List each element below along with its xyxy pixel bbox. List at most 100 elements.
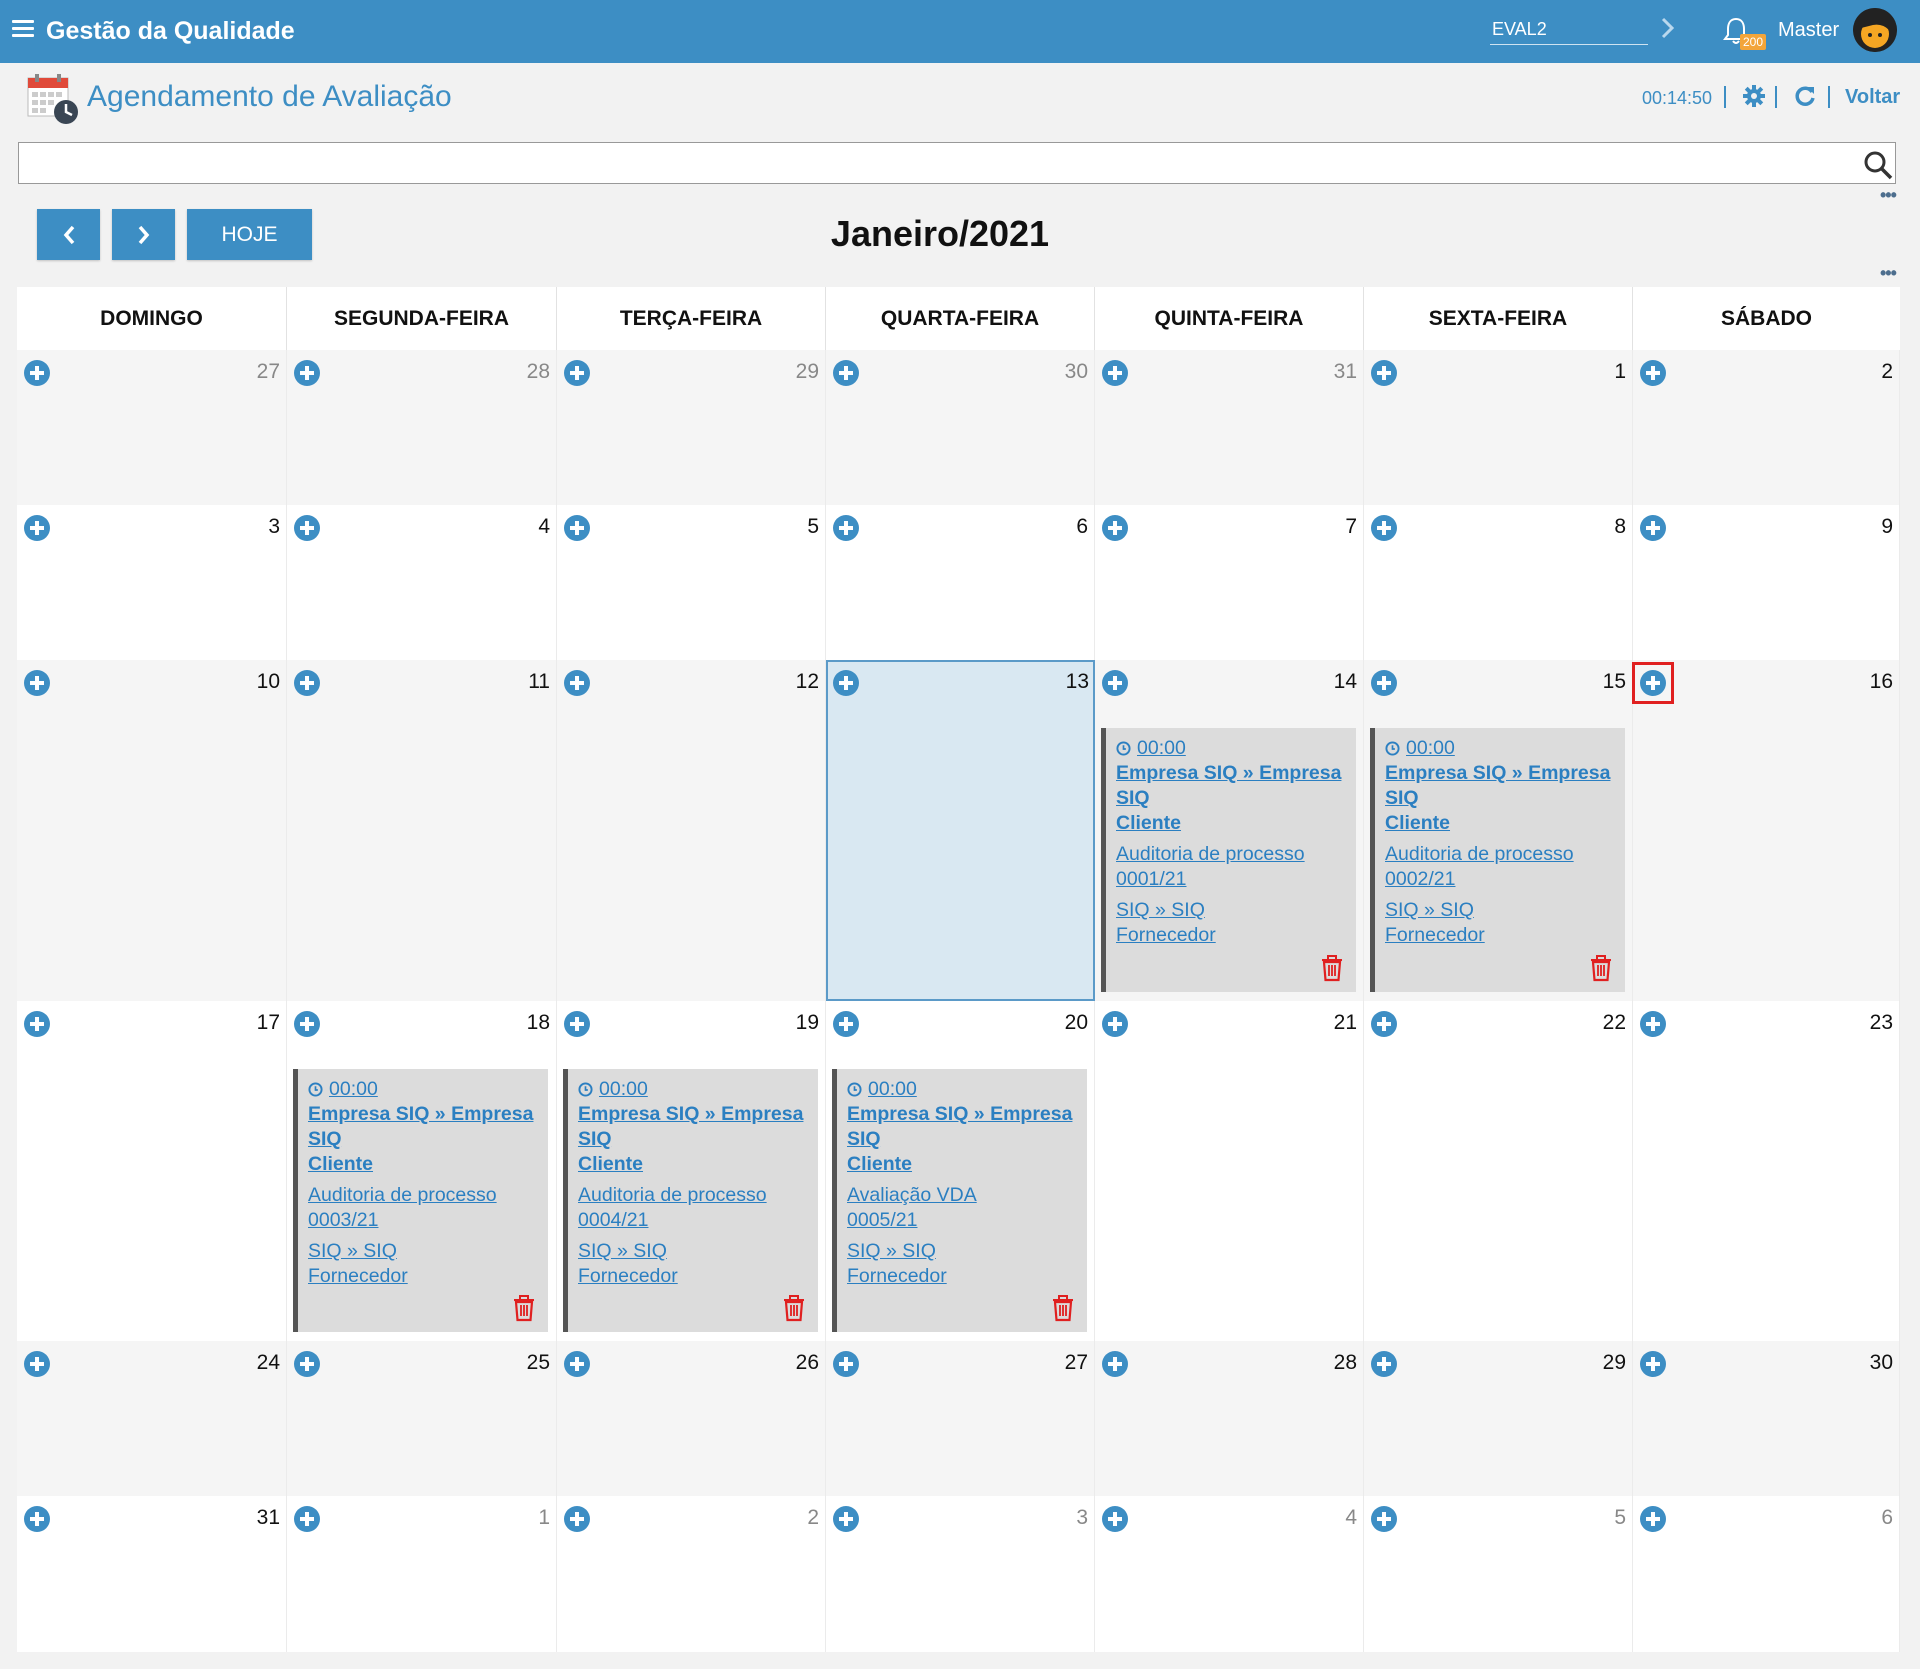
add-appointment-plus-icon[interactable] <box>1370 1505 1398 1533</box>
calendar-day-cell[interactable]: 10 <box>17 660 287 1001</box>
calendar-day-cell[interactable]: 20 00:00 Empresa SIQ » Empresa SIQ Cliente Av… <box>826 1001 1095 1341</box>
appointment-location-link[interactable]: SIQ » SIQ Fornecedor <box>1385 898 1615 948</box>
appointment-process-link[interactable]: Avaliação VDA 0005/21 <box>847 1183 1077 1233</box>
appointment-company-link[interactable]: Empresa SIQ » Empresa SIQ Cliente <box>1116 761 1346 836</box>
gear-icon[interactable] <box>1742 84 1766 108</box>
calendar-day-cell[interactable]: 5 <box>557 505 826 660</box>
calendar-day-cell[interactable]: 8 <box>1364 505 1633 660</box>
calendar-day-cell[interactable]: 6 <box>826 505 1095 660</box>
search-input[interactable] <box>18 142 1896 184</box>
add-appointment-plus-icon[interactable] <box>563 514 591 542</box>
appointment-company-link[interactable]: Empresa SIQ » Empresa SIQ Cliente <box>578 1102 808 1177</box>
add-appointment-plus-icon[interactable] <box>1370 1010 1398 1038</box>
appointment-location-link[interactable]: SIQ » SIQ Fornecedor <box>578 1239 808 1289</box>
environment-field[interactable] <box>1490 14 1648 45</box>
delete-trash-icon[interactable] <box>1320 954 1344 982</box>
more-options-icon[interactable]: ••• <box>1880 264 1897 282</box>
add-appointment-plus-icon[interactable] <box>293 1350 321 1378</box>
back-link[interactable]: Voltar <box>1845 86 1900 109</box>
add-appointment-plus-icon[interactable] <box>1639 1010 1667 1038</box>
more-options-icon[interactable]: ••• <box>1880 186 1897 204</box>
add-appointment-plus-icon[interactable] <box>1101 1350 1129 1378</box>
calendar-day-cell[interactable]: 4 <box>1095 1496 1364 1652</box>
calendar-day-cell[interactable]: 2 <box>1633 350 1900 505</box>
add-appointment-plus-icon[interactable] <box>1101 514 1129 542</box>
avatar[interactable] <box>1853 8 1897 52</box>
appointment-card[interactable]: 00:00 Empresa SIQ » Empresa SIQ Cliente Audi… <box>1101 728 1356 992</box>
add-appointment-plus-icon[interactable] <box>23 359 51 387</box>
appointment-company-link[interactable]: Empresa SIQ » Empresa SIQ Cliente <box>1385 761 1615 836</box>
calendar-day-cell[interactable]: 28 <box>1095 1341 1364 1496</box>
add-appointment-plus-icon[interactable] <box>293 1505 321 1533</box>
calendar-day-cell[interactable]: 13 <box>826 660 1095 1001</box>
calendar-day-cell[interactable]: 27 <box>826 1341 1095 1496</box>
add-appointment-plus-icon[interactable] <box>23 514 51 542</box>
calendar-day-cell[interactable]: 4 <box>287 505 557 660</box>
calendar-day-cell[interactable]: 24 <box>17 1341 287 1496</box>
calendar-day-cell[interactable]: 26 <box>557 1341 826 1496</box>
calendar-day-cell[interactable]: 21 <box>1095 1001 1364 1341</box>
calendar-day-cell[interactable]: 12 <box>557 660 826 1001</box>
calendar-day-cell[interactable]: 30 <box>1633 1341 1900 1496</box>
refresh-icon[interactable] <box>1793 84 1817 108</box>
calendar-day-cell[interactable]: 16 <box>1632 660 1900 1001</box>
calendar-day-cell[interactable]: 19 00:00 Empresa SIQ » Empresa SIQ Cliente Au… <box>557 1001 826 1341</box>
previous-month-button[interactable] <box>37 209 100 260</box>
calendar-day-cell[interactable]: 27 <box>17 350 287 505</box>
calendar-day-cell[interactable]: 15 00:00 Empresa SIQ » Empresa SIQ Cliente Au… <box>1364 660 1633 1001</box>
calendar-day-cell[interactable]: 1 <box>1364 350 1633 505</box>
calendar-day-cell[interactable]: 1 <box>287 1496 557 1652</box>
add-appointment-plus-icon[interactable] <box>23 669 51 697</box>
add-appointment-plus-icon[interactable] <box>293 1010 321 1038</box>
calendar-day-cell[interactable]: 31 <box>1095 350 1364 505</box>
add-appointment-plus-icon[interactable] <box>1639 514 1667 542</box>
add-appointment-plus-icon[interactable] <box>23 1350 51 1378</box>
calendar-day-cell[interactable]: 29 <box>557 350 826 505</box>
appointment-process-link[interactable]: Auditoria de processo 0001/21 <box>1116 842 1346 892</box>
appointment-location-link[interactable]: SIQ » SIQ Fornecedor <box>1116 898 1346 948</box>
add-appointment-plus-icon[interactable] <box>1370 359 1398 387</box>
add-appointment-plus-icon[interactable] <box>1632 662 1674 704</box>
add-appointment-plus-icon[interactable] <box>1639 1505 1667 1533</box>
add-appointment-plus-icon[interactable] <box>1101 669 1129 697</box>
appointment-time-link[interactable]: 00:00 <box>1406 736 1455 761</box>
search-icon[interactable] <box>1862 149 1894 181</box>
add-appointment-plus-icon[interactable] <box>832 1505 860 1533</box>
appointment-company-link[interactable]: Empresa SIQ » Empresa SIQ Cliente <box>847 1102 1077 1177</box>
add-appointment-plus-icon[interactable] <box>563 1010 591 1038</box>
add-appointment-plus-icon[interactable] <box>1101 1010 1129 1038</box>
appointment-process-link[interactable]: Auditoria de processo 0003/21 <box>308 1183 538 1233</box>
add-appointment-plus-icon[interactable] <box>1639 359 1667 387</box>
user-name[interactable]: Master <box>1778 19 1839 42</box>
appointment-card[interactable]: 00:00 Empresa SIQ » Empresa SIQ Cliente Audi… <box>1370 728 1625 992</box>
add-appointment-plus-icon[interactable] <box>832 669 860 697</box>
calendar-day-cell[interactable]: 7 <box>1095 505 1364 660</box>
add-appointment-plus-icon[interactable] <box>1639 1350 1667 1378</box>
calendar-day-cell[interactable]: 25 <box>287 1341 557 1496</box>
appointment-location-link[interactable]: SIQ » SIQ Fornecedor <box>847 1239 1077 1289</box>
add-appointment-plus-icon[interactable] <box>563 1350 591 1378</box>
calendar-day-cell[interactable]: 23 <box>1633 1001 1900 1341</box>
calendar-day-cell[interactable]: 6 <box>1633 1496 1900 1652</box>
calendar-day-cell[interactable]: 14 00:00 Empresa SIQ » Empresa SIQ Cliente Au… <box>1095 660 1364 1001</box>
add-appointment-plus-icon[interactable] <box>293 514 321 542</box>
add-appointment-plus-icon[interactable] <box>563 359 591 387</box>
appointment-location-link[interactable]: SIQ » SIQ Fornecedor <box>308 1239 538 1289</box>
appointment-time-link[interactable]: 00:00 <box>329 1077 378 1102</box>
add-appointment-plus-icon[interactable] <box>832 1010 860 1038</box>
next-month-button[interactable] <box>112 209 175 260</box>
add-appointment-plus-icon[interactable] <box>832 514 860 542</box>
add-appointment-plus-icon[interactable] <box>1370 669 1398 697</box>
delete-trash-icon[interactable] <box>512 1294 536 1322</box>
add-appointment-plus-icon[interactable] <box>832 359 860 387</box>
delete-trash-icon[interactable] <box>1589 954 1613 982</box>
calendar-day-cell[interactable]: 2 <box>557 1496 826 1652</box>
today-button[interactable]: HOJE <box>187 209 312 260</box>
appointment-time-link[interactable]: 00:00 <box>868 1077 917 1102</box>
calendar-day-cell[interactable]: 9 <box>1633 505 1900 660</box>
add-appointment-plus-icon[interactable] <box>293 669 321 697</box>
delete-trash-icon[interactable] <box>1051 1294 1075 1322</box>
calendar-day-cell[interactable]: 3 <box>826 1496 1095 1652</box>
appointment-time-link[interactable]: 00:00 <box>1137 736 1186 761</box>
hamburger-menu-icon[interactable] <box>12 20 34 38</box>
